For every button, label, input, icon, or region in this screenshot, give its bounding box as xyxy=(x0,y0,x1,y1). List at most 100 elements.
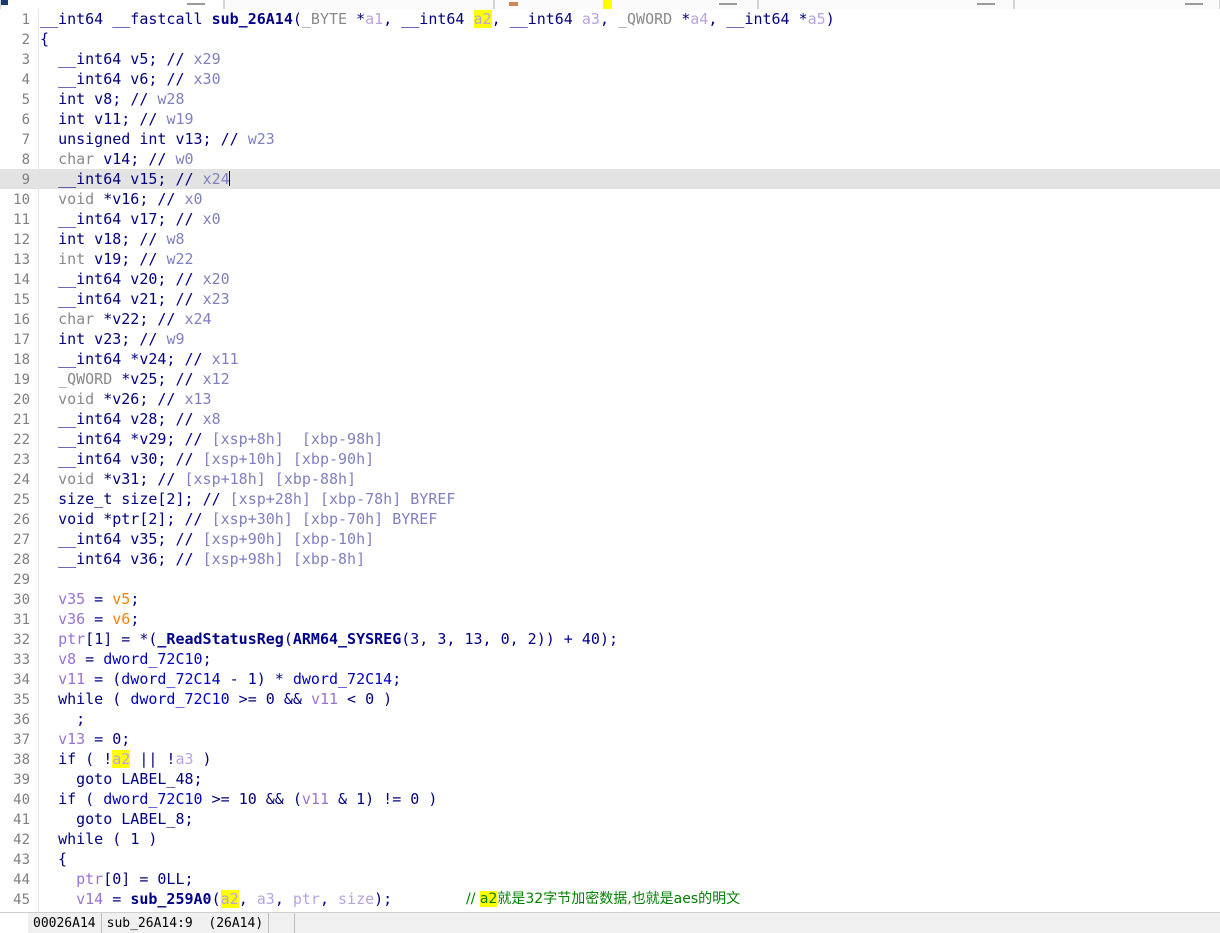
code-line[interactable]: 37 v13 = 0; xyxy=(0,729,1220,749)
code-token: __int64 xyxy=(401,10,465,28)
code-line[interactable]: 35 while ( dword_72C10 >= 0 && v11 < 0 ) xyxy=(0,689,1220,709)
code-line[interactable]: 40 if ( dword_72C10 >= 10 && (v11 & 1) !… xyxy=(0,789,1220,809)
code-token: v17; xyxy=(121,210,176,228)
code-line[interactable]: 24 void *v31; // [xsp+18h] [xbp-88h] xyxy=(0,469,1220,489)
code-line[interactable]: 31 v36 = v6; xyxy=(0,609,1220,629)
code-token: void xyxy=(58,390,95,408)
code-token: _BYTE xyxy=(301,10,348,28)
code-line[interactable]: 7 unsigned int v13; // w23 xyxy=(0,129,1220,149)
line-number: 13 xyxy=(13,252,30,268)
code-line[interactable]: 32 ptr[1] = *(_ReadStatusReg(ARM64_SYSRE… xyxy=(0,629,1220,649)
code-line-text: ; xyxy=(30,709,85,729)
tab-dash-icon-4 xyxy=(977,3,995,5)
code-token: 0 xyxy=(265,690,275,708)
code-line[interactable]: 21 __int64 v28; // x8 xyxy=(0,409,1220,429)
code-line[interactable]: 2{ xyxy=(0,29,1220,49)
code-line[interactable]: 45 v14 = sub_259A0(a2, a3, ptr, size);//… xyxy=(0,889,1220,909)
code-token: while xyxy=(58,830,104,848)
code-line[interactable]: 12 int v18; // w8 xyxy=(0,229,1220,249)
code-line[interactable]: 26 void *ptr[2]; // [xsp+30h] [xbp-70h] … xyxy=(0,509,1220,529)
line-number: 12 xyxy=(13,232,30,248)
code-line-text: while ( dword_72C10 >= 0 && v11 < 0 ) xyxy=(30,689,392,709)
code-line[interactable]: 19 _QWORD *v25; // x12 xyxy=(0,369,1220,389)
code-line[interactable]: 23 __int64 v30; // [xsp+10h] [xbp-90h] xyxy=(0,449,1220,469)
code-line-text: goto LABEL_48; xyxy=(30,769,202,789)
code-line[interactable]: 33 v8 = dword_72C10; xyxy=(0,649,1220,669)
code-token: v36 xyxy=(58,610,86,628)
code-line[interactable]: 11 __int64 v17; // x0 xyxy=(0,209,1220,229)
code-token: ) != xyxy=(365,790,411,808)
line-number: 17 xyxy=(13,332,30,348)
pseudocode-editor[interactable]: 1 __int64 __fastcall sub_26A14(_BYTE *a1,… xyxy=(0,9,1220,912)
code-line[interactable]: 29 xyxy=(0,569,1220,589)
code-line-text: __int64 v28; // x8 xyxy=(30,409,221,429)
code-token: // xyxy=(130,90,158,108)
code-line[interactable]: 42 while ( 1 ) xyxy=(0,829,1220,849)
code-line[interactable]: 22 __int64 *v29; // [xsp+8h] [xbp-98h] xyxy=(0,429,1220,449)
code-line[interactable]: 8 char v14; // w0 xyxy=(0,149,1220,169)
code-token: x24 xyxy=(202,170,230,188)
code-line[interactable]: 3 __int64 v5; // x29 xyxy=(0,49,1220,69)
chrome-tab-1[interactable] xyxy=(0,0,224,9)
code-line[interactable]: 36 ; xyxy=(0,709,1220,729)
code-line-container[interactable]: 1 __int64 __fastcall sub_26A14(_BYTE *a1,… xyxy=(0,9,1220,909)
code-line[interactable]: 13 int v19; // w22 xyxy=(0,249,1220,269)
code-line[interactable]: 5 int v8; // w28 xyxy=(0,89,1220,109)
chrome-tab-2[interactable] xyxy=(224,0,494,9)
code-token: sub_26A14 xyxy=(211,10,293,28)
code-line[interactable]: 16 char *v22; // x24 xyxy=(0,309,1220,329)
code-token: v19; xyxy=(85,250,140,268)
code-line[interactable]: 10 void *v16; // x0 xyxy=(0,189,1220,209)
code-token: // xyxy=(184,350,212,368)
code-line[interactable]: 43 { xyxy=(0,849,1220,869)
code-token: x11 xyxy=(211,350,239,368)
user-comment[interactable]: // a2就是32字节加密数据,也就是aes的明文 xyxy=(466,889,740,909)
code-line[interactable]: 27 __int64 v35; // [xsp+90h] [xbp-10h] xyxy=(0,529,1220,549)
code-line[interactable]: 30 v35 = v5; xyxy=(0,589,1220,609)
code-token: // xyxy=(184,510,212,528)
chrome-tab-5[interactable] xyxy=(1014,0,1220,9)
code-line[interactable]: 1 __int64 __fastcall sub_26A14(_BYTE *a1,… xyxy=(0,9,1220,29)
comment-prefix: // xyxy=(466,891,480,907)
chrome-tab-4[interactable] xyxy=(758,0,1014,9)
code-token: = xyxy=(76,650,104,668)
code-line[interactable]: 9 __int64 v15; // x24 xyxy=(0,169,1220,189)
code-line[interactable]: 18 __int64 *v24; // x11 xyxy=(0,349,1220,369)
code-line[interactable]: 41 goto LABEL_8; xyxy=(0,809,1220,829)
code-token: // xyxy=(202,490,230,508)
code-line-text: unsigned int v13; // w23 xyxy=(30,129,275,149)
line-number: 28 xyxy=(13,552,30,568)
code-token: [ xyxy=(103,870,113,888)
code-token: && ( xyxy=(256,790,302,808)
code-line[interactable]: 14 __int64 v20; // x20 xyxy=(0,269,1220,289)
line-number: 39 xyxy=(13,772,30,788)
code-line[interactable]: 15 __int64 v21; // x23 xyxy=(0,289,1220,309)
code-line[interactable]: 44 ptr[0] = 0LL; xyxy=(0,869,1220,889)
line-number: 38 xyxy=(13,752,30,768)
line-number: 3 xyxy=(21,52,30,68)
chrome-tab-3[interactable] xyxy=(494,0,758,9)
code-token: *v26; xyxy=(94,390,158,408)
code-line[interactable]: 6 int v11; // w19 xyxy=(0,109,1220,129)
code-line[interactable]: 17 int v23; // w9 xyxy=(0,329,1220,349)
code-token: // xyxy=(175,550,203,568)
code-token: w22 xyxy=(166,250,194,268)
code-line[interactable]: 39 goto LABEL_48; xyxy=(0,769,1220,789)
code-token: , xyxy=(708,10,727,28)
code-line[interactable]: 25 size_t size[2]; // [xsp+28h] [xbp-78h… xyxy=(0,489,1220,509)
code-token: int xyxy=(58,330,86,348)
code-token: v21; xyxy=(121,290,176,308)
code-token: x12 xyxy=(202,370,230,388)
code-line[interactable]: 28 __int64 v36; // [xsp+98h] [xbp-8h] xyxy=(0,549,1220,569)
code-line[interactable]: 38 if ( !a2 || !a3 ) xyxy=(0,749,1220,769)
code-line[interactable]: 20 void *v26; // x13 xyxy=(0,389,1220,409)
code-line[interactable]: 4 __int64 v6; // x30 xyxy=(0,69,1220,89)
code-line[interactable]: 34 v11 = (dword_72C14 - 1) * dword_72C14… xyxy=(0,669,1220,689)
code-token: v15; xyxy=(121,170,176,188)
